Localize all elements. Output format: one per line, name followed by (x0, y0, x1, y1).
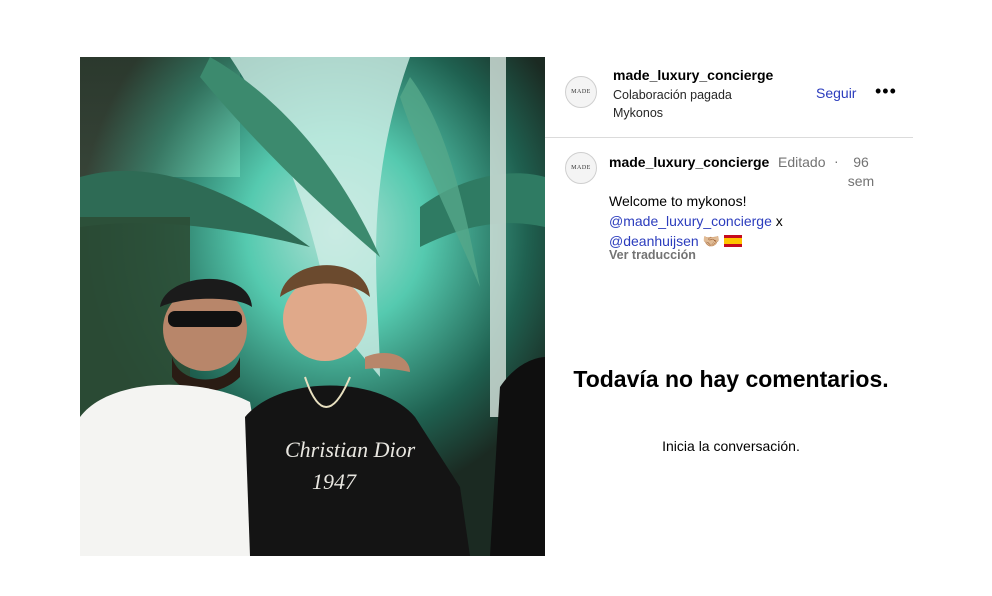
post-location[interactable]: Mykonos (613, 106, 663, 120)
edited-label: Editado (778, 154, 826, 170)
post-age[interactable]: 96 sem (844, 153, 878, 191)
handshake-emoji: 🤝🏼 (702, 233, 721, 249)
caption-username[interactable]: made_luxury_concierge (609, 153, 771, 172)
svg-text:Christian Dior: Christian Dior (285, 437, 416, 462)
caption-text: Welcome to mykonos! @made_luxury_concier… (609, 191, 783, 251)
post-side-panel: MADE made_luxury_concierge Colaboración … (545, 57, 913, 556)
caption-line-1: Welcome to mykonos! (609, 193, 747, 209)
avatar[interactable]: MADE (565, 76, 597, 108)
svg-text:1947: 1947 (312, 469, 357, 494)
more-options-icon[interactable]: ••• (875, 82, 897, 100)
mention-made-luxury-concierge[interactable]: @made_luxury_concierge (609, 213, 772, 229)
caption-avatar[interactable]: MADE (565, 152, 597, 184)
meta-separator: · (834, 153, 839, 169)
no-comments-subtitle: Inicia la conversación. (662, 438, 800, 454)
no-comments-title: Todavía no hay comentarios. (573, 366, 889, 392)
post-photo[interactable]: Christian Dior 1947 (80, 57, 545, 556)
paid-partnership-label[interactable]: Colaboración pagada (613, 88, 732, 102)
spain-flag-icon (723, 235, 742, 247)
caption-joiner: x (771, 213, 783, 229)
see-translation-link[interactable]: Ver traducción (609, 248, 696, 262)
post-header: MADE made_luxury_concierge Colaboración … (545, 57, 913, 138)
caption-line-2: @made_luxury_concierge x (609, 211, 783, 231)
mention-deanhuijsen[interactable]: @deanhuijsen (609, 233, 699, 249)
post-photo-image: Christian Dior 1947 (80, 57, 545, 556)
follow-button[interactable]: Seguir (816, 85, 856, 101)
post-author-username[interactable]: made_luxury_concierge (613, 67, 773, 83)
